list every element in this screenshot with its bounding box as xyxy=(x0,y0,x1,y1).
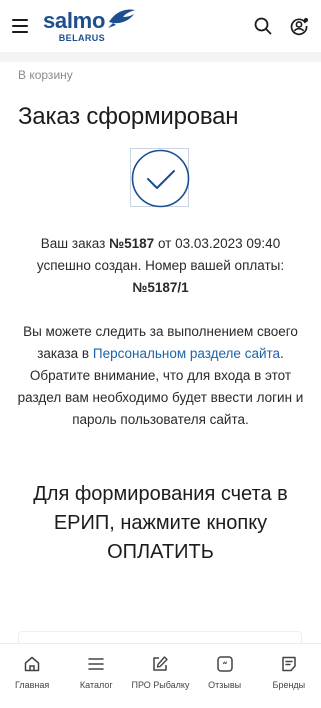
home-icon xyxy=(22,654,42,674)
success-check-icon xyxy=(130,148,190,208)
brands-icon xyxy=(279,654,299,674)
logo-fish-icon xyxy=(108,9,136,28)
nav-label-pro-fishing: ПРО Рыбалку xyxy=(131,680,190,690)
nav-item-reviews[interactable]: “ Отзывы xyxy=(193,654,257,690)
reviews-icon: “ xyxy=(215,654,235,674)
order-number: №5187 xyxy=(109,236,155,251)
payment-number: №5187/1 xyxy=(132,280,189,295)
erip-instruction: Для формирования счета в ЕРИП, нажмите к… xyxy=(33,483,288,563)
nav-item-pro-fishing[interactable]: ПРО Рыбалку xyxy=(128,654,192,690)
nav-label-home: Главная xyxy=(14,680,50,690)
search-icon[interactable] xyxy=(253,16,273,36)
nav-label-catalog: Каталог xyxy=(79,680,113,690)
nav-item-brands[interactable]: Бренды xyxy=(257,654,321,690)
order-date: от 03.03.2023 09:40 xyxy=(157,236,281,251)
logo-sub-text: BELARUS xyxy=(58,32,106,43)
nav-item-home[interactable]: Главная xyxy=(0,654,64,690)
order-tracking-info: Вы можете следить за выполнением своего … xyxy=(14,321,307,431)
catalog-icon xyxy=(86,654,106,674)
personal-section-link[interactable]: Персональном разделе сайта xyxy=(93,346,280,361)
order-created-message: Ваш заказ №5187 от 03.03.2023 09:40 успе… xyxy=(14,233,307,299)
menu-icon[interactable] xyxy=(12,19,28,33)
nav-label-brands: Бренды xyxy=(272,680,306,690)
order-created-text: успешно создан. Номер вашей оплаты: xyxy=(36,258,285,273)
edit-icon xyxy=(150,654,170,674)
breadcrumb-back-to-cart[interactable]: В корзину xyxy=(18,68,73,82)
nav-item-catalog[interactable]: Каталог xyxy=(64,654,128,690)
home-indicator-area xyxy=(0,703,321,708)
header: salmo BELARUS xyxy=(0,0,321,52)
logo[interactable]: salmo BELARUS xyxy=(43,7,137,43)
nav-label-reviews: Отзывы xyxy=(208,680,242,690)
logo-main-text: salmo xyxy=(43,7,106,33)
order-prefix: Ваш заказ xyxy=(40,236,106,251)
bottom-nav: Главная Каталог ПРО Рыбалку “ Отзывы Бре… xyxy=(0,643,321,703)
header-divider xyxy=(0,52,321,62)
user-settings-icon[interactable] xyxy=(289,16,309,36)
svg-text:“: “ xyxy=(222,661,227,670)
page-title: Заказ сформирован xyxy=(18,103,239,130)
